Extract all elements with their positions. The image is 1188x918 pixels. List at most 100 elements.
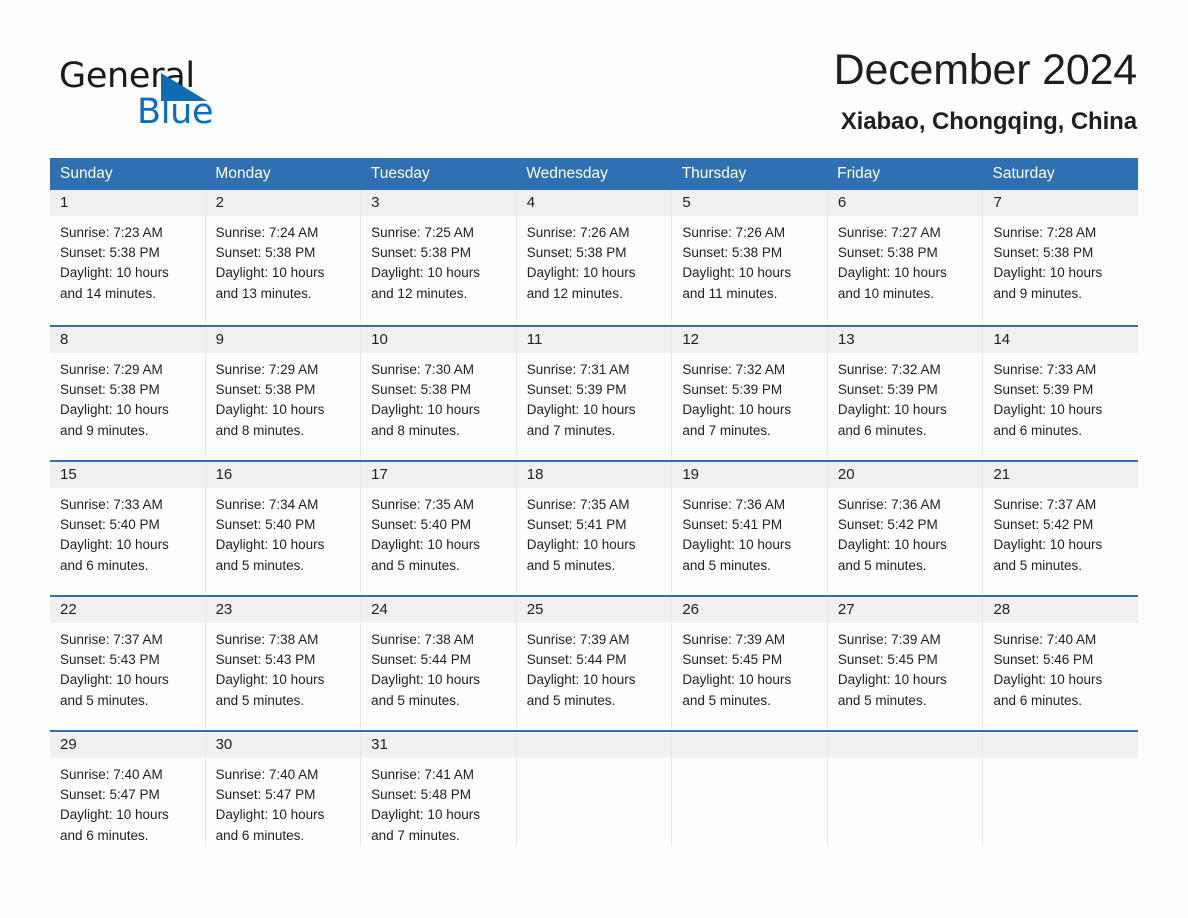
day-number: 28 [993, 601, 1011, 618]
sunrise-text: Sunrise: 7:31 AM [526, 362, 630, 377]
sunset-text: Sunset: 5:40 PM [371, 517, 471, 533]
sunrise-text: Sunrise: 7:23 AM [60, 225, 163, 240]
day-cell[interactable]: 30 Sunrise: 7:40 AM Sunset: 5:47 PM Dayligh… [205, 732, 362, 846]
daylight-text-line2: and 5 minutes. [215, 557, 305, 573]
day-cell[interactable]: 17 Sunrise: 7:35 AM Sunset: 5:40 PM Dayligh… [361, 462, 517, 593]
day-number-band: 31 [361, 732, 516, 758]
day-cell[interactable]: 18 Sunrise: 7:35 AM Sunset: 5:41 PM Dayligh… [516, 462, 673, 593]
day-cell[interactable]: 10 Sunrise: 7:30 AM Sunset: 5:38 PM Dayligh… [361, 327, 517, 458]
day-cell[interactable]: 13 Sunrise: 7:32 AM Sunset: 5:39 PM Dayligh… [827, 327, 984, 458]
week-row: 22 Sunrise: 7:37 AM Sunset: 5:43 PM Dayligh… [50, 595, 1139, 728]
day-cell[interactable]: 7 Sunrise: 7:28 AM Sunset: 5:38 PM Daylight… [983, 190, 1139, 323]
sunrise-text: Sunrise: 7:41 AM [371, 767, 474, 782]
day-cell[interactable]: 3 Sunrise: 7:25 AM Sunset: 5:38 PM Daylight… [361, 190, 517, 323]
day-number: 23 [215, 601, 233, 618]
daylight-text-line2: and 5 minutes. [682, 557, 771, 573]
sunset-text: Sunset: 5:38 PM [993, 245, 1094, 261]
day-number: 26 [682, 601, 699, 618]
sunset-text: Sunset: 5:39 PM [993, 382, 1094, 398]
day-cell[interactable]: 8 Sunrise: 7:29 AM Sunset: 5:38 PM Daylight… [50, 327, 206, 458]
day-cell[interactable]: 28 Sunrise: 7:40 AM Sunset: 5:46 PM Dayligh… [983, 597, 1139, 728]
sunset-text: Sunset: 5:40 PM [60, 517, 160, 533]
day-cell[interactable]: 31 Sunrise: 7:41 AM Sunset: 5:48 PM Dayligh… [361, 732, 517, 846]
day-number: 15 [60, 466, 77, 483]
sunset-text: Sunset: 5:38 PM [682, 245, 783, 261]
day-number-band: 11 [516, 327, 672, 353]
day-number: 18 [526, 466, 544, 483]
day-cell[interactable]: 19 Sunrise: 7:36 AM Sunset: 5:41 PM Dayligh… [672, 462, 828, 593]
day-number-band: 7 [983, 190, 1139, 216]
day-cell[interactable]: 26 Sunrise: 7:39 AM Sunset: 5:45 PM Dayligh… [672, 597, 828, 728]
daylight-text-line2: and 6 minutes. [60, 557, 149, 573]
day-cell[interactable]: 24 Sunrise: 7:38 AM Sunset: 5:44 PM Dayligh… [361, 597, 517, 728]
day-details: Sunrise: 7:39 AM Sunset: 5:45 PM Daylight:… [828, 623, 983, 711]
day-cell[interactable]: 29 Sunrise: 7:40 AM Sunset: 5:47 PM Dayligh… [50, 732, 206, 846]
sunset-text: Sunset: 5:38 PM [371, 245, 471, 261]
day-details: Sunrise: 7:29 AM Sunset: 5:38 PM Daylight:… [206, 353, 361, 441]
day-cell[interactable]: 4 Sunrise: 7:26 AM Sunset: 5:38 PM Daylight… [516, 190, 673, 323]
day-cell[interactable]: 21 Sunrise: 7:37 AM Sunset: 5:42 PM Dayligh… [983, 462, 1139, 593]
day-number: 6 [837, 194, 847, 211]
day-number-band: 1 [50, 190, 205, 216]
day-details: Sunrise: 7:32 AM Sunset: 5:39 PM Daylight:… [828, 353, 983, 441]
day-number-band: 9 [205, 327, 361, 353]
day-cell[interactable]: 12 Sunrise: 7:32 AM Sunset: 5:39 PM Dayligh… [672, 327, 828, 458]
day-number-band: 15 [50, 462, 205, 488]
sunrise-text: Sunrise: 7:40 AM [993, 632, 1097, 647]
weekday-header-friday: Friday [837, 165, 881, 182]
day-number: 10 [371, 331, 388, 348]
sunrise-text: Sunrise: 7:26 AM [526, 225, 630, 240]
sunrise-text: Sunrise: 7:36 AM [682, 497, 786, 512]
day-cell[interactable]: 22 Sunrise: 7:37 AM Sunset: 5:43 PM Dayligh… [50, 597, 206, 728]
day-details: Sunrise: 7:41 AM Sunset: 5:48 PM Daylight:… [361, 758, 516, 846]
day-number: 9 [215, 331, 224, 348]
day-number-band: 23 [205, 597, 361, 623]
day-number: 4 [526, 194, 536, 211]
day-details: Sunrise: 7:26 AM Sunset: 5:38 PM Daylight:… [517, 216, 672, 304]
day-cell-empty [516, 732, 673, 846]
day-details: Sunrise: 7:34 AM Sunset: 5:40 PM Daylight:… [206, 488, 361, 576]
sunset-text: Sunset: 5:39 PM [837, 382, 938, 398]
daylight-text-line2: and 7 minutes. [526, 422, 616, 438]
daylight-text-line2: and 5 minutes. [371, 692, 460, 708]
day-cell-empty [827, 732, 984, 846]
day-number: 25 [526, 601, 544, 618]
day-cell[interactable]: 1 Sunrise: 7:23 AM Sunset: 5:38 PM Daylight… [50, 190, 206, 323]
day-number-band: 5 [672, 190, 827, 216]
generalblue-logo[interactable]: General Blue [59, 56, 319, 138]
day-cell[interactable]: 11 Sunrise: 7:31 AM Sunset: 5:39 PM Dayligh… [516, 327, 673, 458]
sunrise-text: Sunrise: 7:24 AM [215, 225, 319, 240]
day-cell[interactable]: 5 Sunrise: 7:26 AM Sunset: 5:38 PM Daylight… [672, 190, 828, 323]
daylight-text-line2: and 12 minutes. [526, 285, 623, 301]
daylight-text-line2: and 12 minutes. [371, 285, 468, 301]
day-cell[interactable]: 2 Sunrise: 7:24 AM Sunset: 5:38 PM Daylight… [205, 190, 362, 323]
daylight-text-line2: and 5 minutes. [682, 692, 771, 708]
sunset-text: Sunset: 5:38 PM [60, 382, 160, 398]
day-cell-empty [983, 732, 1139, 846]
day-number: 3 [371, 194, 380, 211]
day-details: Sunrise: 7:39 AM Sunset: 5:44 PM Daylight:… [517, 623, 672, 711]
sunrise-text: Sunrise: 7:35 AM [526, 497, 630, 512]
daylight-text-line1: Daylight: 10 hours [682, 672, 792, 688]
day-details: Sunrise: 7:23 AM Sunset: 5:38 PM Daylight:… [50, 216, 205, 304]
daylight-text-line1: Daylight: 10 hours [993, 672, 1103, 688]
daylight-text-line1: Daylight: 10 hours [60, 672, 169, 688]
day-cell[interactable]: 9 Sunrise: 7:29 AM Sunset: 5:38 PM Daylight… [205, 327, 362, 458]
day-cell[interactable]: 27 Sunrise: 7:39 AM Sunset: 5:45 PM Dayligh… [827, 597, 984, 728]
sunset-text: Sunset: 5:40 PM [215, 517, 316, 533]
day-cell[interactable]: 6 Sunrise: 7:27 AM Sunset: 5:38 PM Daylight… [827, 190, 984, 323]
daylight-text-line2: and 5 minutes. [371, 557, 460, 573]
daylight-text-line2: and 5 minutes. [993, 557, 1083, 573]
day-cell[interactable]: 25 Sunrise: 7:39 AM Sunset: 5:44 PM Dayligh… [516, 597, 673, 728]
sunrise-text: Sunrise: 7:40 AM [60, 767, 163, 782]
daylight-text-line2: and 8 minutes. [215, 422, 305, 438]
day-number-band: 21 [983, 462, 1139, 488]
day-number: 8 [60, 331, 69, 348]
day-cell[interactable]: 20 Sunrise: 7:36 AM Sunset: 5:42 PM Dayligh… [827, 462, 984, 593]
day-cell[interactable]: 15 Sunrise: 7:33 AM Sunset: 5:40 PM Dayligh… [50, 462, 206, 593]
day-cell[interactable]: 14 Sunrise: 7:33 AM Sunset: 5:39 PM Dayligh… [983, 327, 1139, 458]
daylight-text-line1: Daylight: 10 hours [60, 807, 169, 823]
day-number-band: 19 [672, 462, 827, 488]
day-cell[interactable]: 23 Sunrise: 7:38 AM Sunset: 5:43 PM Dayligh… [205, 597, 362, 728]
day-cell[interactable]: 16 Sunrise: 7:34 AM Sunset: 5:40 PM Dayligh… [205, 462, 362, 593]
